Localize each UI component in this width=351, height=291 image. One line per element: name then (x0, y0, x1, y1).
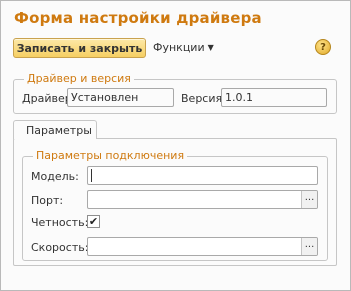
functions-label: Функции (153, 41, 205, 54)
speed-select-button[interactable]: ... (301, 238, 317, 255)
check-icon: ✔ (88, 215, 99, 228)
port-label: Порт: (31, 194, 64, 207)
driver-status-field[interactable]: Установлен (67, 88, 174, 107)
model-input[interactable] (87, 166, 318, 185)
save-and-close-button[interactable]: Записать и закрыть (13, 38, 146, 58)
parity-checkbox[interactable]: ✔ (87, 215, 100, 228)
parity-label: Четность: (31, 216, 89, 229)
driver-version-group-title: Драйвер и версия (24, 72, 134, 85)
model-label: Модель: (31, 170, 79, 183)
text-cursor (91, 169, 92, 182)
chevron-down-icon: ▼ (207, 43, 214, 52)
functions-menu-button[interactable]: Функции ▼ (153, 41, 214, 54)
port-input[interactable]: ... (87, 190, 318, 209)
version-label: Версия: (181, 92, 226, 105)
driver-settings-window: Форма настройки драйвера Записать и закр… (0, 0, 351, 291)
speed-input[interactable]: ... (87, 237, 318, 256)
port-select-button[interactable]: ... (301, 191, 317, 208)
speed-label: Скорость: (31, 241, 89, 254)
version-field[interactable]: 1.0.1 (221, 88, 327, 107)
window-title: Форма настройки драйвера (14, 9, 262, 27)
connection-params-group-title: Параметры подключения (33, 149, 188, 162)
tab-parameters[interactable]: Параметры (13, 120, 97, 139)
help-icon[interactable]: ? (315, 39, 331, 55)
